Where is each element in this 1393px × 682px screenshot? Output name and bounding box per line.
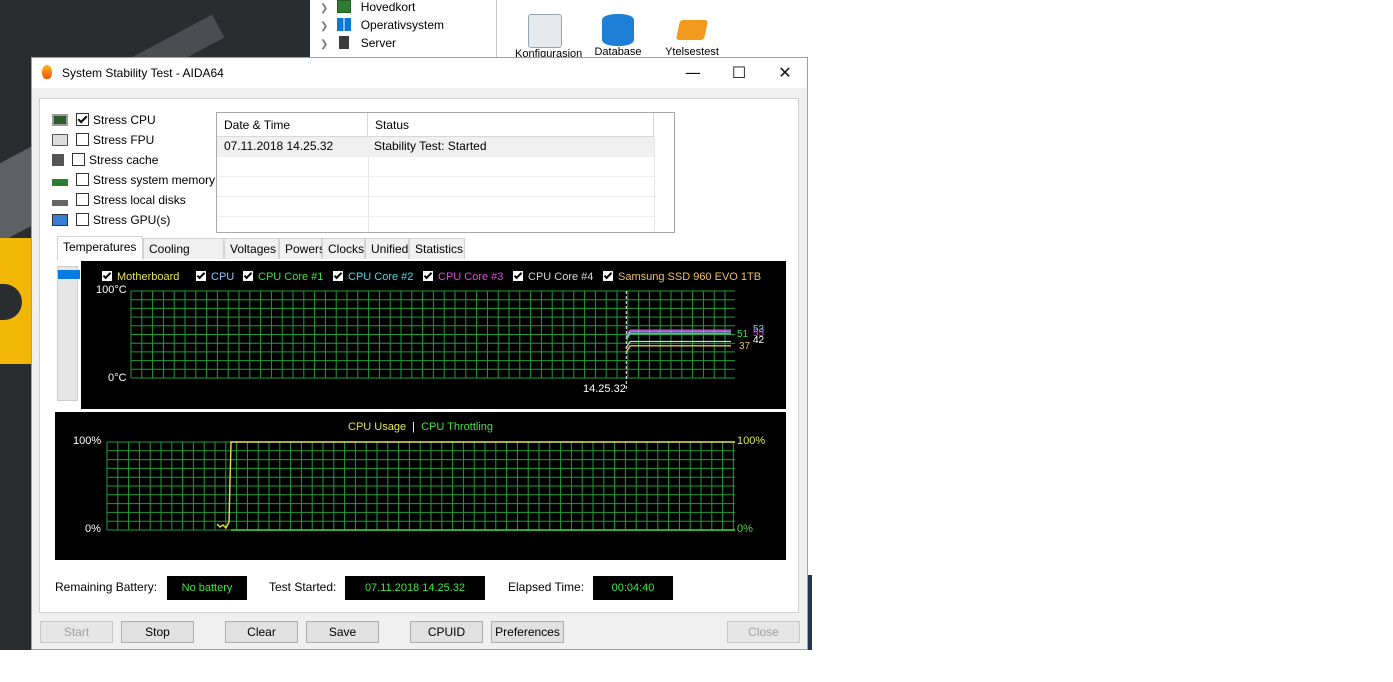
stress-checkbox[interactable] bbox=[76, 113, 89, 126]
row-datetime: 07.11.2018 14.25.32 bbox=[224, 139, 334, 153]
memory-icon bbox=[52, 179, 68, 186]
cache-icon bbox=[52, 154, 64, 166]
disk-icon bbox=[52, 200, 68, 206]
temp-value-label: 37 bbox=[739, 341, 751, 352]
fpu-icon bbox=[52, 134, 68, 146]
save-button[interactable]: Save bbox=[306, 621, 379, 643]
tab-temperatures[interactable]: Temperatures bbox=[57, 236, 143, 260]
device-tree: ❯ Hovedkort ❯ Operativsystem ❯ Server bbox=[310, 0, 497, 58]
tree-item-hovedkort[interactable]: ❯ Hovedkort bbox=[320, 0, 415, 16]
window-title: System Stability Test - AIDA64 bbox=[62, 66, 224, 80]
stress-checkbox[interactable] bbox=[72, 153, 85, 166]
stress-checkbox[interactable] bbox=[76, 213, 89, 226]
temperature-graph: Motherboard CPU CPU Core #1 CPU Core #2 CPU … bbox=[81, 261, 786, 409]
toolbar-ytelsestest[interactable]: Ytelsestest bbox=[662, 14, 722, 58]
benchmark-icon bbox=[675, 20, 709, 40]
server-icon bbox=[339, 36, 350, 49]
test-started-value: 07.11.2018 14.25.32 bbox=[345, 576, 485, 600]
usage-right-min: 0% bbox=[737, 523, 753, 535]
stress-option-1[interactable]: Stress FPU bbox=[52, 131, 154, 149]
tab-unified[interactable]: Unified bbox=[365, 238, 409, 259]
usage-right-max: 100% bbox=[737, 435, 766, 447]
stress-option-label: Stress cache bbox=[89, 153, 159, 167]
table-row[interactable]: 07.11.2018 14.25.32 Stability Test: Star… bbox=[217, 137, 654, 157]
toolbar-database[interactable]: Database bbox=[588, 14, 648, 58]
temp-series-line bbox=[625, 345, 731, 353]
stress-option-0[interactable]: Stress CPU bbox=[52, 111, 156, 129]
stress-option-4[interactable]: Stress local disks bbox=[52, 191, 186, 209]
stress-option-label: Stress local disks bbox=[93, 193, 186, 207]
temp-y-min-label: 0°C bbox=[108, 372, 127, 384]
start-button[interactable]: Start bbox=[40, 621, 113, 643]
test-started-label: Test Started: bbox=[269, 580, 337, 594]
battery-label: Remaining Battery: bbox=[55, 580, 158, 594]
stress-option-label: Stress system memory bbox=[93, 173, 216, 187]
title-bar[interactable]: System Stability Test - AIDA64 — ☐ ✕ bbox=[32, 58, 807, 88]
usage-left-min: 0% bbox=[85, 523, 101, 535]
usage-plot bbox=[106, 441, 735, 531]
stop-button[interactable]: Stop bbox=[121, 621, 194, 643]
tab-clocks[interactable]: Clocks bbox=[322, 238, 365, 259]
toolbar-konfigurasjon[interactable]: Konfigurasjon bbox=[515, 14, 582, 60]
stress-option-5[interactable]: Stress GPU(s) bbox=[52, 211, 170, 229]
battery-value: No battery bbox=[167, 576, 247, 600]
column-header-status[interactable]: Status bbox=[368, 113, 654, 137]
background-window-edge bbox=[808, 575, 812, 650]
aida64-flame-icon bbox=[42, 65, 52, 79]
windows-icon bbox=[337, 18, 352, 31]
minimize-button[interactable]: — bbox=[670, 58, 716, 88]
cpu-chip-icon bbox=[52, 114, 68, 126]
content-panel: Stress CPU Stress FPU Stress cache Stress s… bbox=[39, 98, 799, 613]
clear-button[interactable]: Clear bbox=[225, 621, 298, 643]
background-app-window: ❯ Hovedkort ❯ Operativsystem ❯ Server Ko… bbox=[310, 0, 810, 60]
stability-test-window: System Stability Test - AIDA64 — ☐ ✕ Str… bbox=[31, 57, 808, 650]
close-window-button[interactable]: ✕ bbox=[762, 58, 808, 88]
temp-time-label: 14.25.32 bbox=[583, 383, 626, 395]
motherboard-icon bbox=[337, 0, 352, 13]
temp-series-line bbox=[625, 340, 731, 348]
gpu-icon bbox=[52, 214, 68, 226]
tree-item-operativsystem[interactable]: ❯ Operativsystem bbox=[320, 16, 444, 34]
sensor-scrollbar[interactable] bbox=[57, 266, 80, 401]
column-header-datetime[interactable]: Date & Time bbox=[217, 113, 368, 137]
temp-value-label: 42 bbox=[753, 335, 765, 346]
tree-item-server[interactable]: ❯ Server bbox=[320, 34, 396, 52]
log-table[interactable]: Date & Time Status 07.11.2018 14.25.32 S… bbox=[216, 112, 675, 233]
stress-option-2[interactable]: Stress cache bbox=[52, 151, 158, 169]
row-status: Stability Test: Started bbox=[374, 139, 487, 153]
cpu-usage-graph: CPU Usage | CPU Throttling 100% 0% 100% … bbox=[55, 412, 786, 560]
elapsed-time-label: Elapsed Time: bbox=[508, 580, 585, 594]
close-button[interactable]: Close bbox=[727, 621, 800, 643]
tab-powers[interactable]: Powers bbox=[279, 238, 325, 259]
elapsed-time-value: 00:04:40 bbox=[593, 576, 673, 600]
tab-statistics[interactable]: Statistics bbox=[409, 238, 465, 259]
maximize-button[interactable]: ☐ bbox=[716, 58, 762, 88]
config-icon bbox=[528, 14, 562, 48]
stress-option-3[interactable]: Stress system memory bbox=[52, 171, 215, 189]
temp-series-line bbox=[625, 345, 731, 353]
temperature-plot bbox=[130, 290, 735, 390]
tab-voltages[interactable]: Voltages bbox=[224, 238, 279, 259]
database-icon bbox=[602, 14, 634, 46]
stress-option-label: Stress CPU bbox=[93, 113, 156, 127]
stress-checkbox[interactable] bbox=[76, 173, 89, 186]
scrollbar-thumb[interactable] bbox=[58, 270, 80, 279]
stress-checkbox[interactable] bbox=[76, 193, 89, 206]
tab-cooling-fans[interactable]: Cooling Fans bbox=[143, 238, 224, 276]
chevron-right-icon[interactable]: ❯ bbox=[320, 36, 334, 54]
cpuid-button[interactable]: CPUID bbox=[410, 621, 483, 643]
temp-value-label: 51 bbox=[737, 329, 749, 340]
usage-left-max: 100% bbox=[73, 435, 102, 447]
preferences-button[interactable]: Preferences bbox=[491, 621, 564, 643]
stress-option-label: Stress GPU(s) bbox=[93, 213, 171, 227]
stress-checkbox[interactable] bbox=[76, 133, 89, 146]
temp-y-max-label: 100°C bbox=[96, 284, 127, 296]
stress-option-label: Stress FPU bbox=[93, 133, 155, 147]
